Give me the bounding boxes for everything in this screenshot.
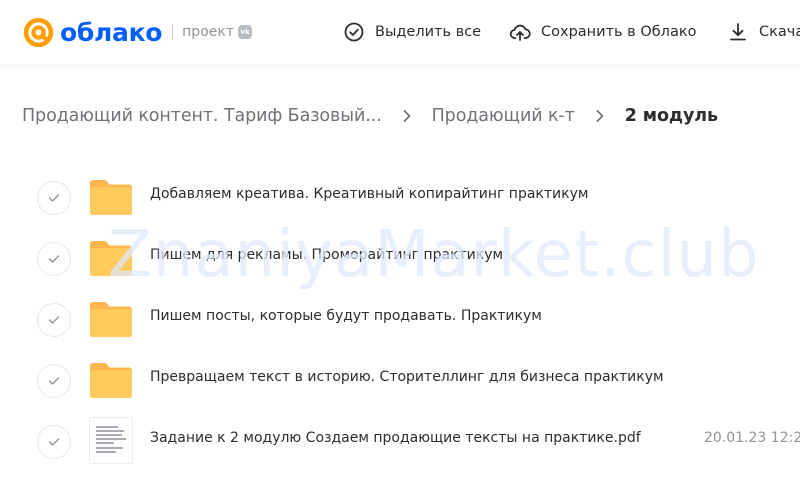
select-checkbox[interactable] (37, 242, 71, 276)
list-item[interactable]: Пишем посты, которые будут продавать. Пр… (0, 287, 800, 348)
file-date: 20.01.23 12:26 (704, 430, 800, 446)
list-item[interactable]: Задание к 2 модулю Создаем продающие тек… (0, 409, 800, 470)
logo-text: облако (60, 17, 163, 47)
select-checkbox[interactable] (37, 425, 71, 459)
logo[interactable]: облако проект vk (22, 12, 252, 52)
list-item[interactable]: Пишем для рекламы. Проморайтинг практику… (0, 226, 800, 287)
file-name[interactable]: Добавляем креатива. Креативный копирайти… (150, 186, 588, 202)
file-name[interactable]: Пишем посты, которые будут продавать. Пр… (150, 308, 542, 324)
check-circle-icon (344, 22, 364, 42)
list-item[interactable]: Добавляем креатива. Креативный копирайти… (0, 165, 800, 226)
breadcrumb-item-parent[interactable]: Продающий к-т (432, 106, 575, 126)
save-to-cloud-button[interactable]: Сохранить в Облако (509, 20, 696, 44)
chevron-right-icon (585, 104, 615, 128)
select-checkbox[interactable] (37, 364, 71, 398)
logo-project-label: проект (182, 24, 234, 40)
app-header: облако проект vk Выделить все Сохранить … (0, 0, 800, 64)
select-all-label: Выделить все (375, 24, 482, 40)
checkmark-icon (48, 377, 60, 385)
at-sign-logo-icon (23, 17, 54, 47)
folder-icon (90, 302, 132, 337)
logo-divider (172, 24, 174, 40)
chevron-right-icon (392, 104, 422, 128)
file-name[interactable]: Задание к 2 модулю Создаем продающие тек… (150, 430, 641, 446)
select-all-button[interactable]: Выделить все (343, 20, 481, 44)
save-to-cloud-label: Сохранить в Облако (541, 24, 697, 40)
folder-icon (90, 180, 132, 215)
checkmark-icon (48, 194, 60, 202)
select-checkbox[interactable] (37, 181, 71, 215)
cloud-upload-icon (509, 24, 531, 41)
file-name[interactable]: Превращаем текст в историю. Сторителлинг… (150, 369, 664, 385)
folder-icon (90, 241, 132, 276)
file-name[interactable]: Пишем для рекламы. Проморайтинг практику… (150, 247, 503, 263)
checkmark-icon (48, 438, 60, 446)
select-checkbox[interactable] (37, 303, 71, 337)
download-label: Скача (759, 24, 800, 40)
download-button[interactable]: Скача (727, 20, 800, 44)
breadcrumb-item-root[interactable]: Продающий контент. Тариф Базовый... (22, 106, 382, 126)
checkmark-icon (48, 255, 60, 263)
pdf-file-thumbnail-icon (89, 417, 133, 464)
folder-icon (90, 363, 132, 398)
breadcrumb: Продающий контент. Тариф Базовый... Прод… (22, 104, 718, 128)
vk-icon: vk (238, 25, 252, 39)
list-item[interactable]: Превращаем текст в историю. Сторителлинг… (0, 348, 800, 409)
checkmark-icon (48, 316, 60, 324)
download-icon (730, 23, 746, 41)
breadcrumb-item-current: 2 модуль (624, 106, 718, 126)
